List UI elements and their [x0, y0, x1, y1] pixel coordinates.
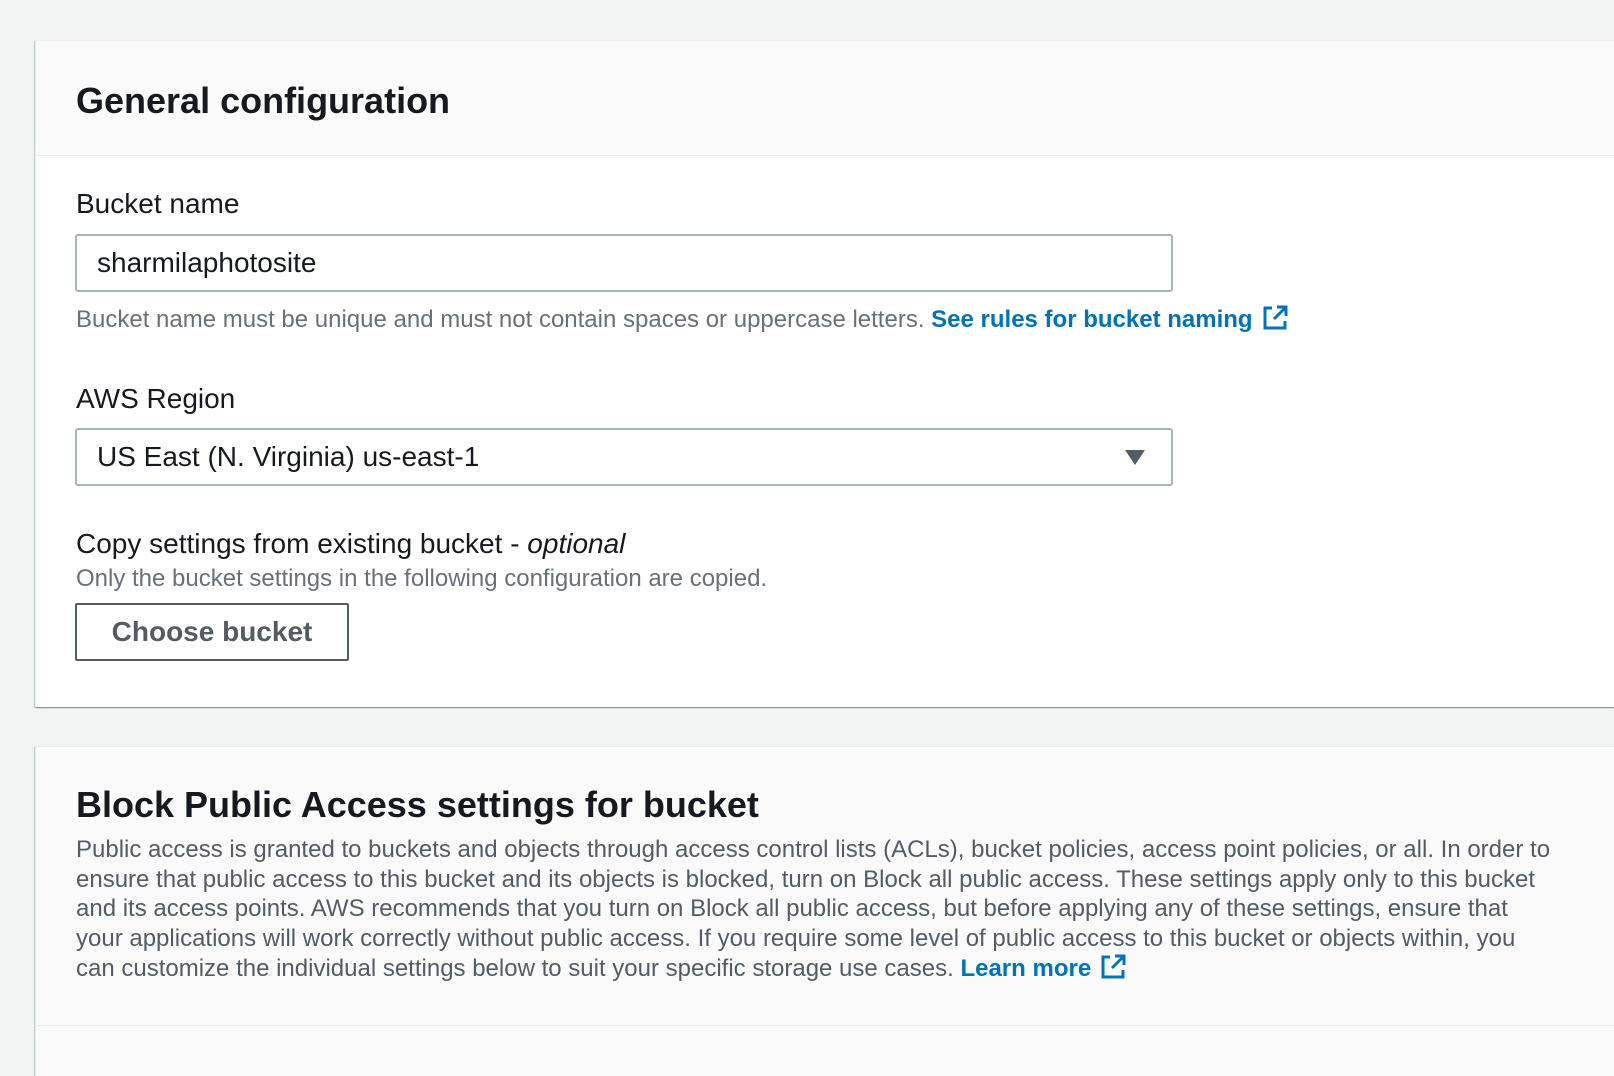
section-divider	[36, 1025, 1614, 1026]
block-public-access-title: Block Public Access settings for bucket	[76, 784, 759, 825]
bucket-name-label: Bucket name	[76, 188, 240, 219]
bucket-name-field[interactable]	[75, 234, 1173, 292]
general-configuration-panel: General configuration Bucket name Bucket…	[35, 40, 1614, 707]
external-link-icon[interactable]	[1099, 953, 1127, 981]
bucket-name-hint-text: Bucket name must be unique and must not …	[76, 306, 925, 333]
learn-more-link-text[interactable]: Learn more	[960, 955, 1091, 982]
aws-region-select[interactable]: US East (N. Virginia) us-east-1	[75, 428, 1173, 486]
learn-more-link[interactable]: Learn more	[960, 953, 1127, 982]
copy-settings-hint: Only the bucket settings in the followin…	[76, 565, 768, 592]
general-configuration-header: General configuration	[36, 41, 1614, 156]
copy-settings-label: Copy settings from existing bucket - opt…	[76, 528, 625, 560]
choose-bucket-button[interactable]: Choose bucket	[75, 603, 349, 661]
copy-settings-label-text: Copy settings from existing bucket -	[76, 528, 528, 559]
optional-label: optional	[527, 528, 626, 559]
external-link-icon[interactable]	[1261, 304, 1289, 332]
panel-title: General configuration	[76, 80, 451, 121]
general-configuration-body: Bucket name Bucket name must be unique a…	[36, 156, 1614, 707]
block-public-access-header: Block Public Access settings for bucket …	[36, 747, 1614, 984]
aws-region-label: AWS Region	[76, 383, 236, 414]
block-public-access-description: Public access is granted to buckets and …	[76, 835, 1556, 984]
bucket-name-input[interactable]	[97, 236, 1171, 290]
block-public-access-panel: Block Public Access settings for bucket …	[35, 746, 1614, 1076]
bucket-naming-rules-link-text[interactable]: See rules for bucket naming	[931, 306, 1252, 333]
aws-region-value: US East (N. Virginia) us-east-1	[97, 441, 480, 472]
bucket-naming-rules-link[interactable]: See rules for bucket naming	[931, 304, 1289, 333]
block-public-access-description-text: Public access is granted to buckets and …	[76, 836, 1551, 982]
bucket-name-hint: Bucket name must be unique and must not …	[76, 304, 1289, 334]
caret-down-icon	[1125, 450, 1145, 465]
